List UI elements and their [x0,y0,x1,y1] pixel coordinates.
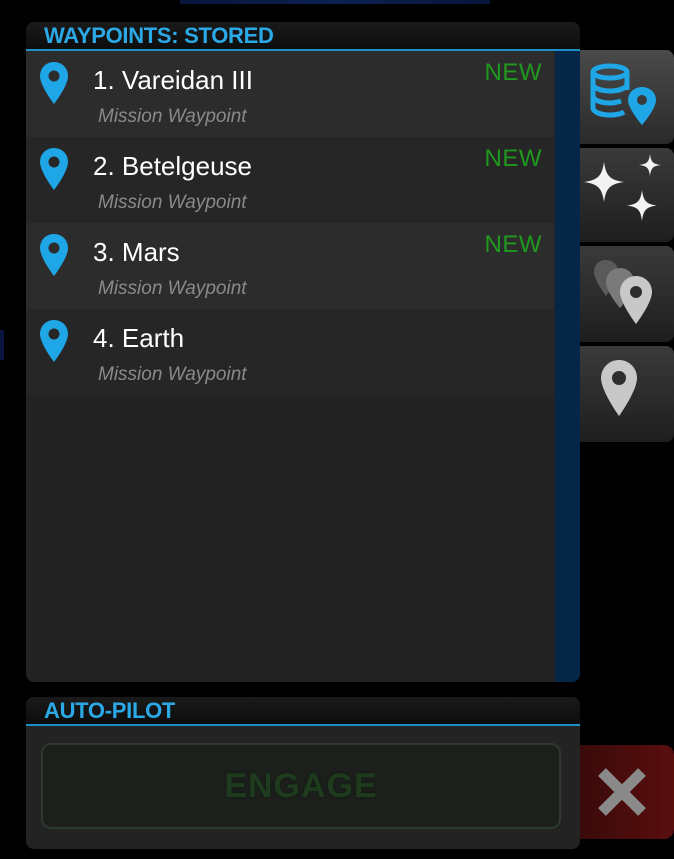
engage-button-label: ENGAGE [224,766,378,805]
waypoint-item[interactable]: 1. Vareidan III Mission Waypoint NEW [26,51,554,137]
waypoints-panel-header: WAYPOINTS: STORED [26,22,580,51]
stars-icon [584,154,661,221]
tab-multiple-waypoints[interactable] [580,246,674,342]
new-badge: NEW [484,59,542,86]
waypoint-type: Mission Waypoint [98,192,247,213]
waypoint-type: Mission Waypoint [98,364,247,385]
waypoint-item[interactable]: 3. Mars Mission Waypoint NEW [26,223,554,309]
tab-stars[interactable] [580,148,674,242]
close-button[interactable] [580,745,674,839]
autopilot-panel: AUTO-PILOT ENGAGE [26,697,580,849]
waypoint-list: 1. Vareidan III Mission Waypoint NEW 2. … [26,51,554,682]
waypoint-name: 1. Vareidan III [93,65,253,95]
multiple-waypoints-icon [594,260,652,324]
waypoint-name: 2. Betelgeuse [93,151,253,181]
tab-stored-waypoints[interactable] [580,50,674,144]
close-icon [598,768,646,816]
waypoint-name: 3. Mars [93,237,180,267]
navigation-screen: WAYPOINTS: STORED 1. Vareidan III Missio… [0,0,674,859]
map-pin-icon [40,320,68,362]
tab-waypoint[interactable] [580,346,674,442]
new-badge: NEW [484,231,542,258]
engage-button[interactable]: ENGAGE [41,743,561,829]
waypoints-panel: WAYPOINTS: STORED 1. Vareidan III Missio… [26,22,580,682]
waypoint-type: Mission Waypoint [98,278,247,299]
autopilot-panel-title: AUTO-PILOT [44,698,176,723]
waypoints-panel-title: WAYPOINTS: STORED [44,23,274,48]
background-decoration-left [0,330,4,360]
background-decoration [180,0,490,4]
waypoint-item[interactable]: 4. Earth Mission Waypoint [26,309,554,395]
database-waypoint-icon [590,63,656,125]
waypoint-icon [601,360,637,416]
autopilot-panel-header: AUTO-PILOT [26,697,580,726]
waypoint-item[interactable]: 2. Betelgeuse Mission Waypoint NEW [26,137,554,223]
map-pin-icon [40,62,68,104]
waypoint-name: 4. Earth [93,323,185,353]
waypoint-list-scrollbar[interactable] [555,51,580,682]
waypoint-type: Mission Waypoint [98,106,247,127]
new-badge: NEW [484,145,542,172]
map-pin-icon [40,148,68,190]
map-pin-icon [40,234,68,276]
